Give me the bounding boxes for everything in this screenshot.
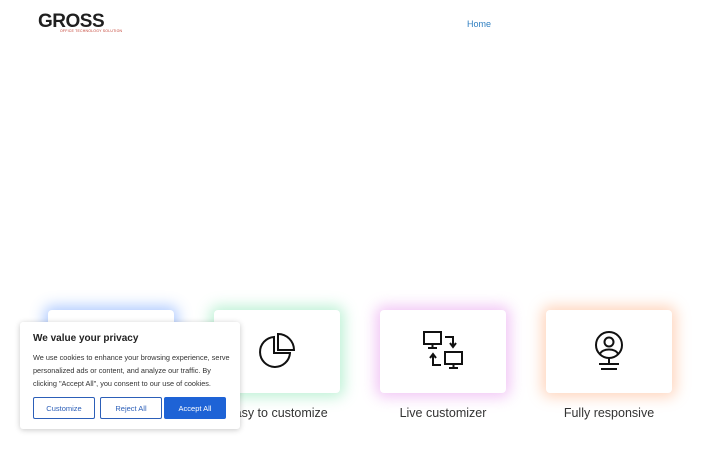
customize-button[interactable]: Customize (33, 397, 95, 419)
site-header: GROSS OFFICE TECHNOLOGY SOLUTION Home (0, 0, 720, 50)
feature-card-responsive (546, 310, 672, 393)
feature-card-live (380, 310, 506, 393)
nav-link-home[interactable]: Home (467, 19, 491, 29)
cookie-banner-text: We use cookies to enhance your browsing … (33, 353, 230, 388)
feature-label-live: Live customizer (399, 406, 487, 420)
logo-tagline: OFFICE TECHNOLOGY SOLUTION (60, 29, 123, 33)
monitors-sync-icon (423, 331, 463, 369)
cookie-banner-title: We value your privacy (33, 333, 139, 344)
site-logo[interactable]: GROSS OFFICE TECHNOLOGY SOLUTION (38, 12, 124, 34)
reject-all-button[interactable]: Reject All (100, 397, 162, 419)
pie-chart-icon (259, 332, 296, 368)
accept-all-button[interactable]: Accept All (164, 397, 226, 419)
user-circle-icon (595, 331, 623, 370)
feature-label-responsive: Fully responsive (563, 406, 655, 420)
cookie-consent-banner: We value your privacy We use cookies to … (20, 322, 240, 429)
